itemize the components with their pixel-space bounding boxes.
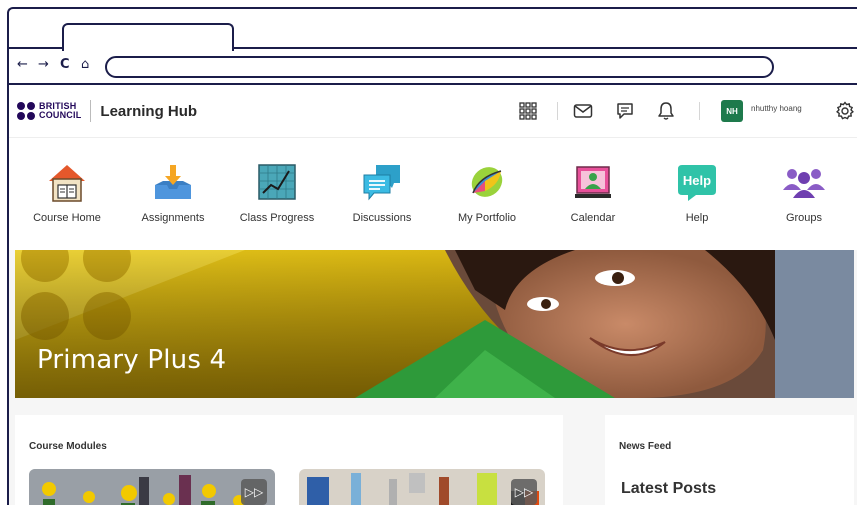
page: BRITISH COUNCIL Learning Hub NH nhutthy … bbox=[9, 85, 857, 505]
module-card[interactable]: ▷▷ bbox=[299, 469, 545, 505]
nav-course-home[interactable]: Course Home bbox=[17, 156, 117, 236]
news-feed-widget: News Feed Latest Posts bbox=[605, 415, 854, 505]
bell-icon[interactable] bbox=[655, 100, 677, 122]
course-modules-widget: Course Modules ▷▷ ▷▷ bbox=[15, 415, 563, 505]
reload-icon[interactable]: C bbox=[60, 57, 70, 73]
user-avatar[interactable]: NH bbox=[721, 100, 743, 122]
british-council-logo[interactable]: BRITISH COUNCIL Learning Hub bbox=[17, 100, 197, 122]
nav-label: Groups bbox=[785, 212, 823, 224]
course-home-icon bbox=[41, 156, 93, 208]
course-navbar: Course Home Assignments Class Progress D… bbox=[9, 137, 857, 250]
site-header: BRITISH COUNCIL Learning Hub NH nhutthy … bbox=[9, 85, 857, 137]
groups-icon bbox=[778, 156, 830, 208]
nav-calendar[interactable]: Calendar bbox=[543, 156, 643, 236]
chat-icon[interactable] bbox=[614, 100, 636, 122]
nav-label: Course Home bbox=[33, 212, 101, 224]
course-banner: Primary Plus 4 bbox=[15, 250, 854, 398]
module-thumbnail bbox=[299, 469, 545, 505]
assignments-icon bbox=[147, 156, 199, 208]
nav-label: Class Progress bbox=[239, 212, 315, 224]
calendar-icon bbox=[567, 156, 619, 208]
site-title: Learning Hub bbox=[100, 102, 198, 120]
discussions-icon bbox=[356, 156, 408, 208]
nav-class-progress[interactable]: Class Progress bbox=[227, 156, 327, 236]
latest-posts-heading: Latest Posts bbox=[621, 480, 717, 497]
nav-label: My Portfolio bbox=[457, 212, 517, 224]
tab-strip bbox=[9, 9, 857, 51]
module-thumbnail bbox=[29, 469, 275, 505]
browser-toolbar: ← → C ⌂ bbox=[9, 49, 857, 83]
gear-icon[interactable] bbox=[834, 100, 856, 122]
nav-label: Calendar bbox=[570, 212, 616, 224]
widget-heading: Course Modules bbox=[29, 441, 107, 452]
fast-forward-icon[interactable]: ▷▷ bbox=[511, 479, 537, 505]
nav-my-portfolio[interactable]: My Portfolio bbox=[437, 156, 537, 236]
address-bar[interactable] bbox=[105, 56, 774, 78]
nav-discussions[interactable]: Discussions bbox=[332, 156, 432, 236]
forward-icon[interactable]: → bbox=[38, 57, 49, 73]
logo-line-2: COUNCIL bbox=[39, 110, 82, 120]
browser-window: ← → C ⌂ BRITISH COUNCIL Learning Hub NH … bbox=[7, 7, 857, 505]
user-name[interactable]: nhutthy hoang bbox=[751, 104, 802, 113]
nav-help[interactable]: Help Help bbox=[647, 156, 747, 236]
module-card[interactable]: ▷▷ bbox=[29, 469, 275, 505]
course-title: Primary Plus 4 bbox=[37, 345, 227, 375]
browser-tab[interactable] bbox=[62, 23, 234, 51]
nav-label: Assignments bbox=[141, 212, 205, 224]
mail-icon[interactable] bbox=[572, 100, 594, 122]
fast-forward-icon[interactable]: ▷▷ bbox=[241, 479, 267, 505]
nav-label: Discussions bbox=[352, 212, 412, 224]
home-icon[interactable]: ⌂ bbox=[81, 57, 89, 73]
class-progress-icon bbox=[251, 156, 303, 208]
portfolio-icon bbox=[461, 156, 513, 208]
widget-heading: News Feed bbox=[619, 441, 672, 452]
app-grid-icon[interactable] bbox=[517, 100, 539, 122]
banner-illustration bbox=[15, 250, 854, 398]
help-icon: Help bbox=[671, 156, 723, 208]
nav-assignments[interactable]: Assignments bbox=[123, 156, 223, 236]
back-icon[interactable]: ← bbox=[17, 57, 28, 73]
logo-dots-icon bbox=[17, 102, 35, 120]
help-badge-text: Help bbox=[683, 173, 711, 188]
nav-groups[interactable]: Groups bbox=[754, 156, 854, 236]
nav-label: Help bbox=[685, 212, 709, 224]
